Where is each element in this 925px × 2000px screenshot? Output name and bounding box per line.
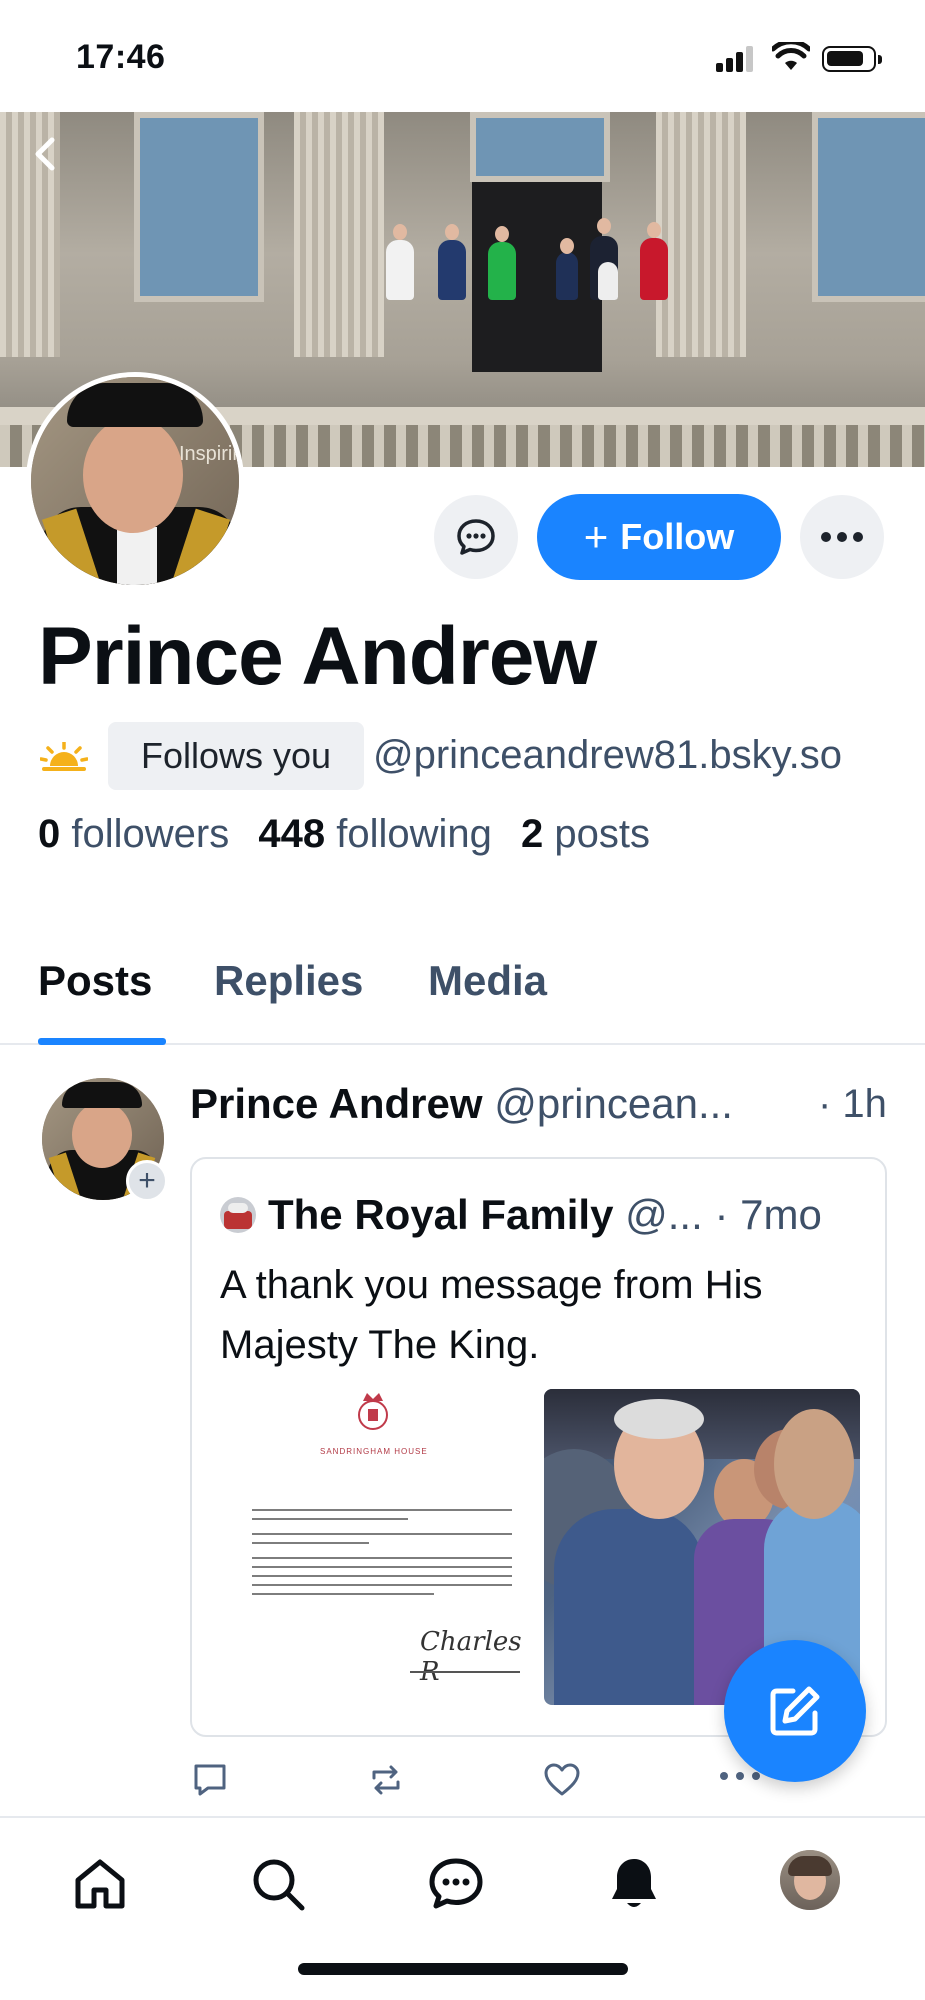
nav-chat[interactable] bbox=[426, 1854, 486, 1914]
posts-label: posts bbox=[554, 812, 650, 856]
status-time: 17:46 bbox=[76, 38, 166, 76]
signal-icon bbox=[716, 46, 756, 72]
post-author-name[interactable]: Prince Andrew bbox=[190, 1080, 483, 1127]
letter-body-lines bbox=[252, 1509, 512, 1602]
battery-icon bbox=[822, 46, 882, 72]
heart-icon[interactable] bbox=[542, 1760, 582, 1800]
profile-stats: 0 followers 448 following 2 posts bbox=[38, 812, 668, 857]
bell-icon bbox=[612, 1859, 656, 1907]
tab-media[interactable]: Media bbox=[428, 957, 547, 1005]
letter-signature: Charles R bbox=[420, 1627, 522, 1687]
post-more-icon[interactable] bbox=[718, 1770, 762, 1782]
quote-text: A thank you message from His Majesty The… bbox=[220, 1263, 763, 1367]
quote-header: The Royal Family @... · 7mo bbox=[268, 1191, 822, 1239]
nav-notifications[interactable] bbox=[604, 1854, 664, 1914]
search-icon bbox=[253, 1859, 305, 1911]
following-count[interactable]: 448 bbox=[258, 812, 325, 856]
following-label[interactable]: following bbox=[336, 812, 492, 856]
letter-image[interactable]: SANDRINGHAM HOUSE Charles R bbox=[220, 1389, 528, 1705]
quote-author-name: The Royal Family bbox=[268, 1191, 614, 1238]
message-bubble-icon bbox=[457, 519, 495, 555]
more-options-button[interactable] bbox=[800, 495, 884, 579]
nav-home[interactable] bbox=[70, 1854, 130, 1914]
more-horizontal-icon bbox=[821, 532, 863, 542]
avatar-badge-text: Inspiring bbox=[179, 443, 244, 465]
chat-icon bbox=[429, 1858, 483, 1909]
message-button[interactable] bbox=[434, 495, 518, 579]
post-header: Prince Andrew @princean... bbox=[190, 1080, 733, 1128]
quote-author-avatar bbox=[220, 1197, 256, 1233]
chevron-left-icon bbox=[35, 137, 55, 171]
follow-plus-badge[interactable]: + bbox=[126, 1160, 168, 1202]
post-author-handle[interactable]: @princean... bbox=[494, 1080, 733, 1127]
signature-line bbox=[410, 1671, 520, 1673]
royal-crest-icon bbox=[358, 1393, 388, 1430]
home-indicator bbox=[298, 1963, 628, 1975]
compose-icon bbox=[770, 1686, 820, 1736]
reply-icon[interactable] bbox=[190, 1760, 230, 1800]
quote-timestamp: · 7mo bbox=[714, 1191, 822, 1238]
compose-button[interactable] bbox=[724, 1640, 866, 1782]
letter-heading: SANDRINGHAM HOUSE bbox=[320, 1447, 428, 1456]
follows-you-badge: Follows you bbox=[108, 722, 364, 790]
profile-avatar[interactable]: Inspiring bbox=[26, 372, 244, 590]
profile-tabs: Posts Replies Media bbox=[0, 945, 925, 1045]
sun-icon bbox=[40, 742, 88, 771]
nav-search[interactable] bbox=[248, 1854, 308, 1914]
quote-author-handle: @... bbox=[625, 1191, 703, 1238]
follow-button[interactable]: + Follow bbox=[537, 494, 781, 580]
profile-display-name: Prince Andrew bbox=[38, 611, 597, 702]
post-timestamp: · 1h bbox=[818, 1082, 887, 1126]
active-tab-indicator bbox=[38, 1038, 166, 1045]
posts-count: 2 bbox=[521, 812, 544, 856]
status-bar: 17:46 bbox=[0, 0, 925, 112]
repost-icon[interactable] bbox=[366, 1760, 406, 1800]
plus-icon: + bbox=[583, 513, 609, 560]
back-button[interactable] bbox=[32, 136, 58, 172]
profile-handle: @princeandrew81.bsky.so bbox=[373, 733, 842, 777]
followers-label[interactable]: followers bbox=[71, 812, 229, 856]
followers-count[interactable]: 0 bbox=[38, 812, 60, 856]
follow-button-label: Follow bbox=[620, 516, 735, 557]
wifi-icon bbox=[772, 42, 810, 70]
home-icon bbox=[75, 1859, 125, 1909]
nav-profile-avatar[interactable] bbox=[780, 1850, 840, 1910]
tab-posts[interactable]: Posts bbox=[38, 957, 152, 1005]
tab-replies[interactable]: Replies bbox=[214, 957, 363, 1005]
